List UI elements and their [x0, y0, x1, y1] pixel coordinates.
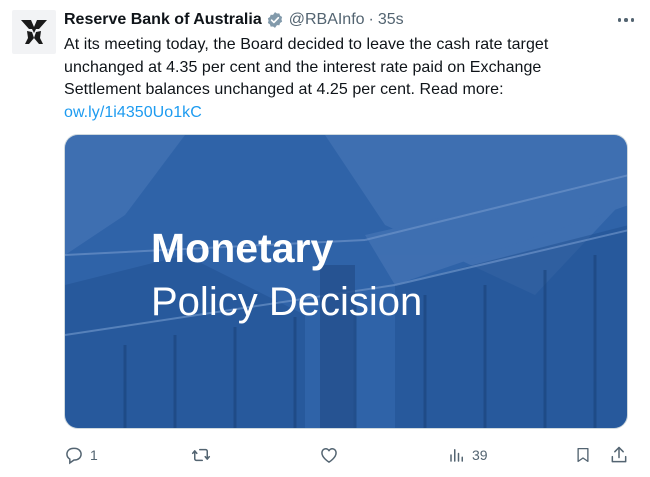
media-subtitle: Policy Decision: [151, 280, 423, 324]
timestamp[interactable]: 35s: [378, 11, 404, 29]
avatar[interactable]: [12, 10, 56, 54]
separator-dot: ·: [368, 11, 374, 28]
share-icon: [611, 446, 627, 463]
tweet-header: Reserve Bank of Australia @RBAInfo · 35s: [64, 8, 638, 32]
tweet-actions: 1 39: [64, 441, 640, 469]
rba-logo-icon: [21, 20, 47, 44]
like-icon: [321, 448, 337, 463]
like-button[interactable]: [319, 441, 339, 469]
bookmark-icon: [577, 447, 589, 463]
retweet-icon: [191, 448, 211, 462]
tweet-text-line: Settlement balances unchanged at 4.25 pe…: [64, 81, 504, 98]
views-count: 39: [472, 447, 488, 463]
tweet-media-image[interactable]: Monetary Policy Decision: [64, 134, 628, 429]
more-icon[interactable]: [614, 14, 639, 26]
verified-badge-icon[interactable]: [266, 11, 284, 29]
tweet-text: At its meeting today, the Board decided …: [64, 34, 639, 124]
views-icon: [450, 449, 463, 462]
media-title: Monetary: [151, 225, 334, 271]
tweet-text-line: At its meeting today, the Board decided …: [64, 36, 549, 53]
reply-icon: [66, 447, 82, 465]
author-name[interactable]: Reserve Bank of Australia: [64, 11, 262, 29]
author-handle[interactable]: @RBAInfo: [289, 11, 365, 29]
share-button[interactable]: [609, 441, 629, 469]
views-button[interactable]: 39: [448, 441, 488, 469]
retweet-button[interactable]: [190, 441, 212, 469]
tweet-link[interactable]: ow.ly/1i4350Uo1kC: [64, 102, 639, 125]
tweet-text-line: unchanged at 4.35 per cent and the inter…: [64, 58, 542, 76]
bookmark-button[interactable]: [574, 441, 592, 469]
reply-count: 1: [90, 447, 98, 463]
reply-button[interactable]: 1: [64, 441, 98, 469]
